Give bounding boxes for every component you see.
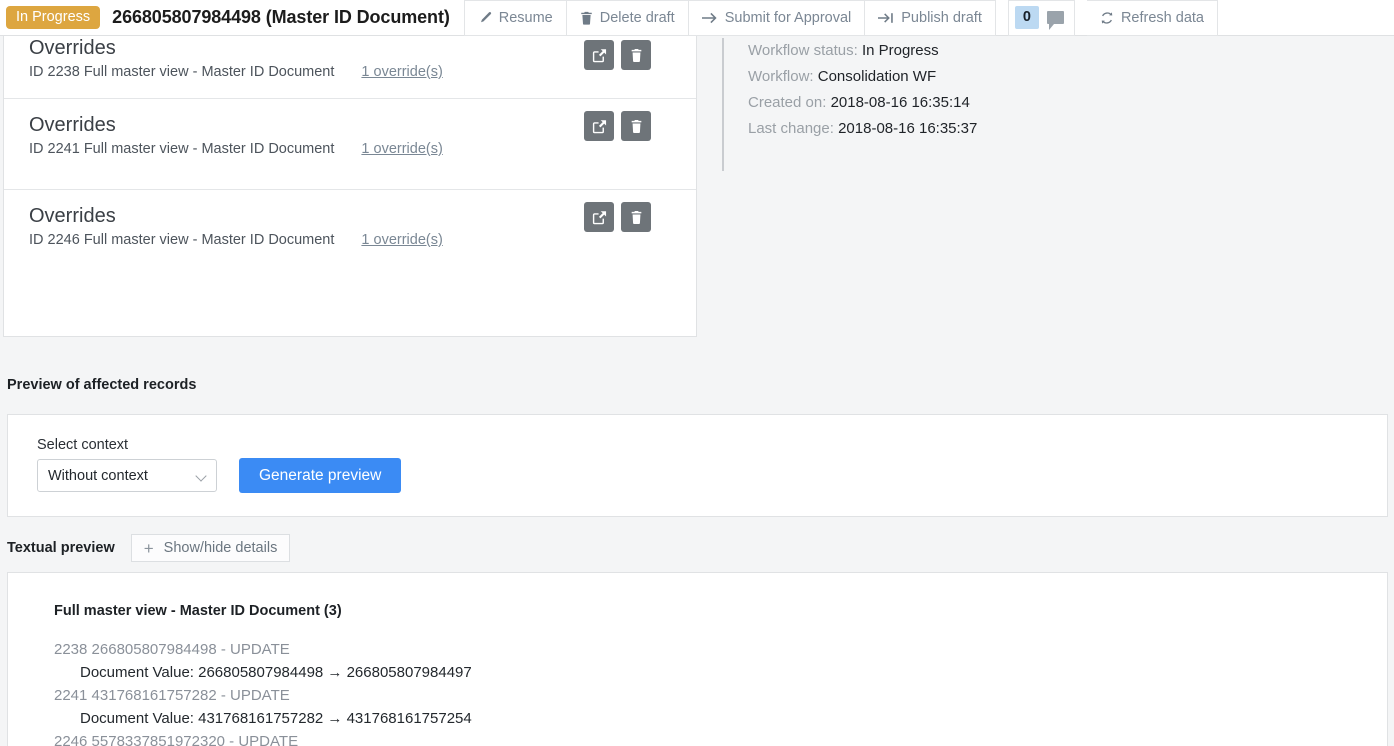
refresh-data-button[interactable]: Refresh data (1086, 0, 1218, 36)
override-card-actions (584, 202, 651, 232)
show-hide-details-button[interactable]: + Show/hide details (130, 534, 291, 562)
workflow-name-label: Workflow: (748, 68, 814, 85)
delete-override-button[interactable] (621, 202, 651, 232)
override-card-subline: ID 2241 Full master view - Master ID Doc… (29, 141, 680, 157)
preview-detail-line: Document Value: 266805807984498 → 266805… (80, 664, 472, 681)
comment-count-badge: 0 (1014, 5, 1039, 30)
delete-override-button[interactable] (621, 111, 651, 141)
context-select[interactable]: Without context (37, 459, 217, 492)
textual-preview-panel: Full master view - Master ID Document (3… (7, 572, 1388, 746)
override-card[interactable]: Overrides ID 2241 Full master view - Mas… (4, 99, 696, 190)
created-on-value: 2018-08-16 16:35:14 (830, 94, 970, 111)
generate-preview-button[interactable]: Generate preview (239, 458, 402, 493)
last-change-label: Last change: (748, 120, 834, 137)
override-count-link[interactable]: 1 override(s) (361, 141, 442, 157)
override-card-subtitle: ID 2246 Full master view - Master ID Doc… (29, 232, 335, 248)
refresh-data-button-label: Refresh data (1120, 9, 1204, 26)
delete-draft-button-label: Delete draft (599, 9, 675, 26)
override-card-subline: ID 2238 Full master view - Master ID Doc… (29, 64, 680, 80)
override-card-title: Overrides (29, 114, 116, 136)
workflow-status-row: Workflow status: In Progress (748, 38, 977, 64)
preview-panel: Select context Without context Generate … (7, 414, 1388, 517)
open-in-new-button[interactable] (584, 40, 614, 70)
toolbar-button-group: Resume Delete draft Submit for Approval … (463, 0, 996, 36)
preview-controls-row: Without context Generate preview (37, 458, 1387, 493)
external-link-icon (592, 210, 606, 224)
comments-button[interactable]: 0 (1007, 0, 1075, 36)
workflow-status-value: In Progress (861, 42, 939, 59)
main-content: Overrides ID 2238 Full master view - Mas… (0, 36, 1394, 746)
preview-section-title: Preview of affected records (7, 377, 197, 393)
textual-preview-group-title: Full master view - Master ID Document (3… (54, 603, 342, 619)
override-card-actions (584, 111, 651, 141)
preview-record-line: 2246 5578337851972320 - UPDATE (54, 733, 299, 746)
external-link-icon (592, 119, 606, 133)
page-title: 266805807984498 (Master ID Document) (112, 7, 450, 27)
override-card-subtitle: ID 2241 Full master view - Master ID Doc… (29, 141, 335, 157)
created-on-label: Created on: (748, 94, 827, 111)
chevron-down-icon (195, 470, 207, 482)
pencil-icon (478, 11, 492, 25)
workflow-name-value: Consolidation WF (817, 68, 937, 85)
created-on-row: Created on: 2018-08-16 16:35:14 (748, 90, 977, 116)
context-select-value: Without context (48, 467, 148, 484)
override-card[interactable]: Overrides ID 2246 Full master view - Mas… (4, 190, 696, 281)
arrow-right-icon (701, 11, 718, 25)
preview-record-line: 2238 266805807984498 - UPDATE (54, 641, 290, 658)
plus-icon: + (143, 538, 154, 558)
arrow-to-end-icon (878, 11, 894, 25)
workflow-name-row: Workflow: Consolidation WF (748, 64, 977, 90)
trash-icon (580, 11, 593, 25)
last-change-value: 2018-08-16 16:35:37 (838, 120, 978, 137)
top-toolbar: In Progress 266805807984498 (Master ID D… (0, 0, 1394, 36)
workflow-status-label: Workflow status: (748, 42, 858, 59)
trash-icon (631, 119, 641, 133)
select-context-label: Select context (37, 437, 129, 453)
override-card[interactable]: Overrides ID 2238 Full master view - Mas… (4, 36, 696, 99)
show-hide-details-label: Show/hide details (163, 540, 278, 556)
preview-detail-line: Document Value: 431768161757282 → 431768… (80, 710, 472, 727)
open-in-new-button[interactable] (584, 111, 614, 141)
delete-draft-button[interactable]: Delete draft (566, 0, 689, 36)
resume-button[interactable]: Resume (463, 0, 567, 36)
delete-override-button[interactable] (621, 40, 651, 70)
publish-draft-button[interactable]: Publish draft (865, 0, 996, 36)
refresh-icon (1100, 11, 1114, 25)
open-in-new-button[interactable] (584, 202, 614, 232)
submit-for-approval-button-label: Submit for Approval (724, 9, 852, 26)
publish-draft-button-label: Publish draft (901, 9, 982, 26)
submit-for-approval-button[interactable]: Submit for Approval (688, 0, 866, 36)
textual-preview-header: Textual preview + Show/hide details (7, 534, 291, 562)
textual-preview-title: Textual preview (7, 540, 115, 556)
external-link-icon (592, 48, 606, 62)
last-change-row: Last change: 2018-08-16 16:35:37 (748, 116, 977, 142)
override-card-title: Overrides (29, 205, 116, 227)
workflow-meta-panel: Workflow status: In Progress Workflow: C… (722, 38, 977, 171)
resume-button-label: Resume (498, 9, 553, 26)
override-card-title: Overrides (29, 37, 116, 59)
override-cards-panel: Overrides ID 2238 Full master view - Mas… (3, 36, 697, 337)
trash-icon (631, 48, 641, 62)
override-card-actions (584, 40, 651, 70)
status-badge: In Progress (6, 5, 101, 30)
trash-icon (631, 210, 641, 224)
override-count-link[interactable]: 1 override(s) (361, 232, 442, 248)
preview-record-line: 2241 431768161757282 - UPDATE (54, 687, 290, 704)
override-card-subtitle: ID 2238 Full master view - Master ID Doc… (29, 64, 335, 80)
speech-bubble-icon (1046, 11, 1064, 30)
override-card-subline: ID 2246 Full master view - Master ID Doc… (29, 232, 680, 248)
override-count-link[interactable]: 1 override(s) (361, 64, 442, 80)
